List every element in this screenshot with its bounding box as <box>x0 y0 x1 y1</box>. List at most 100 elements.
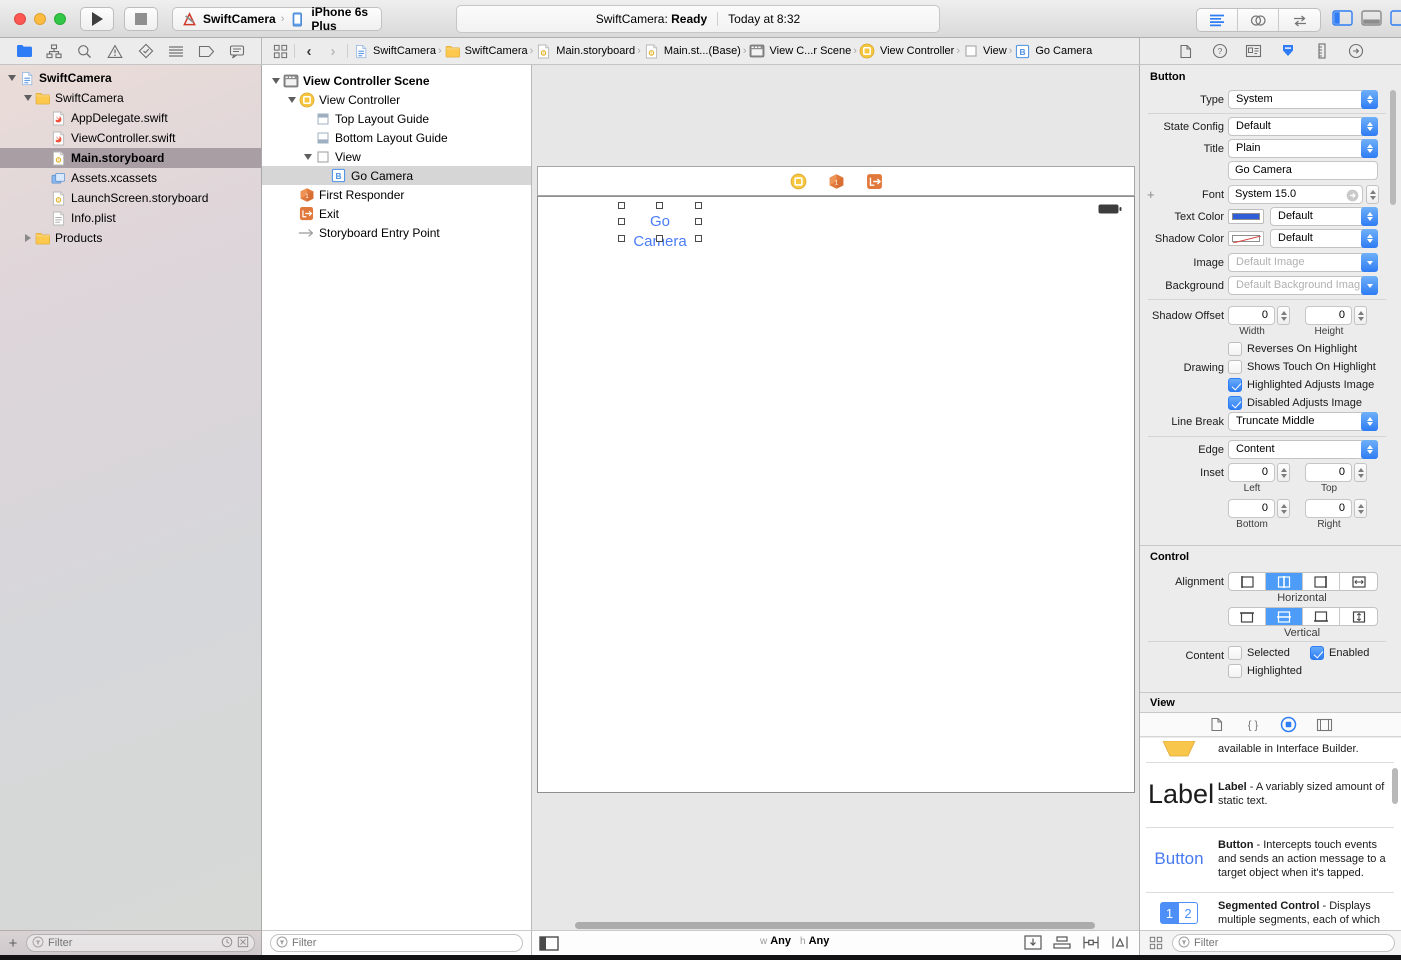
font-field[interactable]: System 15.0 <box>1228 185 1363 204</box>
go-back-button[interactable]: ‹ <box>299 41 319 61</box>
disclosure-triangle[interactable] <box>270 78 282 84</box>
inset-right-stepper[interactable] <box>1354 499 1367 518</box>
quick-help-inspector-icon[interactable]: ? <box>1210 41 1230 61</box>
v-align-top-segment[interactable] <box>1229 608 1266 625</box>
resize-handle[interactable] <box>695 218 702 225</box>
resolve-auto-layout-button[interactable] <box>1111 935 1129 953</box>
checkbox-selected[interactable] <box>1228 646 1242 660</box>
version-editor-button[interactable] <box>1279 9 1320 31</box>
h-align-right-segment[interactable] <box>1303 573 1340 590</box>
embed-in-stack-button[interactable] <box>1024 935 1042 953</box>
shadow-color-swatch[interactable] <box>1228 231 1264 246</box>
library-grid-view-icon[interactable] <box>1146 933 1166 953</box>
shadow-offset-width-field[interactable]: 0 <box>1228 306 1275 325</box>
add-file-button[interactable]: + <box>6 935 20 952</box>
recent-files-icon[interactable] <box>221 936 233 951</box>
related-items-icon[interactable] <box>270 41 290 61</box>
resize-handle[interactable] <box>618 218 625 225</box>
title-text-field[interactable]: Go Camera <box>1228 161 1378 180</box>
code-snippet-library-icon[interactable]: { } <box>1243 715 1263 735</box>
checkbox-reverses-on-highlight[interactable] <box>1228 342 1242 356</box>
selected-button[interactable]: Go Camera <box>618 202 702 242</box>
scheme-selector[interactable]: SwiftCamera › iPhone 6s Plus <box>172 7 382 31</box>
attributes-inspector-icon[interactable] <box>1278 41 1298 61</box>
file-row[interactable]: Products <box>0 228 261 248</box>
shadow-offset-height-field[interactable]: 0 <box>1305 306 1352 325</box>
file-row[interactable]: Info.plist <box>0 208 261 228</box>
outline-filter-input[interactable] <box>292 937 517 949</box>
file-row[interactable]: Main.storyboard <box>0 148 261 168</box>
checkbox-disabled-adjusts-image[interactable] <box>1228 396 1242 410</box>
shadow-width-stepper[interactable] <box>1277 306 1290 325</box>
image-combo[interactable]: Default Image <box>1228 253 1378 272</box>
exit-icon[interactable] <box>866 173 883 189</box>
navigator-filter-input[interactable] <box>48 937 217 949</box>
checkbox-shows-touch-on-highlight[interactable] <box>1228 360 1242 374</box>
inset-top-stepper[interactable] <box>1354 463 1367 482</box>
inset-left-field[interactable]: 0 <box>1228 463 1275 482</box>
find-navigator-icon[interactable] <box>75 41 95 61</box>
library-scrollbar[interactable] <box>1392 768 1398 804</box>
shadow-height-stepper[interactable] <box>1354 306 1367 325</box>
issue-navigator-icon[interactable] <box>105 41 125 61</box>
resize-handle[interactable] <box>695 202 702 209</box>
library-item-segmented-control[interactable]: 12 Segmented Control - Displays multiple… <box>1140 893 1401 930</box>
breakpoint-navigator-icon[interactable] <box>197 41 217 61</box>
font-size-stepper[interactable] <box>1366 185 1379 204</box>
inset-bottom-field[interactable]: 0 <box>1228 499 1275 518</box>
v-align-center-segment[interactable] <box>1266 608 1303 625</box>
shadow-color-popup[interactable]: Default <box>1270 229 1378 248</box>
outline-filter-field[interactable] <box>270 934 523 952</box>
breadcrumb-item[interactable]: View C...r Scene <box>749 43 852 59</box>
file-row[interactable]: Assets.xcassets <box>0 168 261 188</box>
document-outline-toggle[interactable] <box>539 936 559 951</box>
library-item-partial[interactable]: available in Interface Builder. <box>1140 738 1401 760</box>
debug-navigator-icon[interactable] <box>166 41 186 61</box>
v-align-fill-segment[interactable] <box>1340 608 1377 625</box>
minimize-window-button[interactable] <box>34 13 46 25</box>
file-row[interactable]: ViewController.swift <box>0 128 261 148</box>
resize-handle[interactable] <box>656 202 663 209</box>
resize-handle[interactable] <box>618 202 625 209</box>
file-inspector-icon[interactable] <box>1176 41 1196 61</box>
file-row[interactable]: SwiftCamera <box>0 68 261 88</box>
breadcrumb-item[interactable]: View <box>962 43 1007 59</box>
go-camera-button[interactable]: Go Camera <box>624 212 696 232</box>
pin-constraints-button[interactable] <box>1082 935 1100 953</box>
standard-editor-button[interactable] <box>1197 9 1238 31</box>
library-item-button[interactable]: Button Button - Intercepts touch events … <box>1140 828 1401 890</box>
storyboard-canvas[interactable]: 1 Go Camera <box>532 65 1140 930</box>
library-filter-field[interactable] <box>1172 934 1395 952</box>
media-library-icon[interactable] <box>1315 715 1335 735</box>
disclosure-triangle[interactable] <box>22 234 34 242</box>
library-item-label[interactable]: Label Label - A variably sized amount of… <box>1140 763 1401 825</box>
checkbox-highlighted[interactable] <box>1228 664 1242 678</box>
resize-handle[interactable] <box>618 235 625 242</box>
outline-row[interactable]: View Controller Scene <box>262 71 531 90</box>
breadcrumb-item[interactable]: SwiftCamera <box>444 43 528 59</box>
outline-row[interactable]: View <box>262 147 531 166</box>
first-responder-icon[interactable]: 1 <box>828 173 845 189</box>
project-navigator-icon[interactable] <box>14 41 34 61</box>
inset-left-stepper[interactable] <box>1277 463 1290 482</box>
title-popup[interactable]: Plain <box>1228 139 1378 158</box>
outline-row[interactable]: BGo Camera <box>262 166 531 185</box>
file-row[interactable]: LaunchScreen.storyboard <box>0 188 261 208</box>
text-color-swatch[interactable] <box>1228 209 1264 224</box>
horizontal-scrollbar[interactable] <box>575 922 1095 929</box>
file-row[interactable]: AppDelegate.swift <box>0 108 261 128</box>
test-navigator-icon[interactable] <box>136 41 156 61</box>
symbol-navigator-icon[interactable] <box>44 41 64 61</box>
source-control-status-icon[interactable] <box>237 936 249 951</box>
file-template-library-icon[interactable] <box>1207 715 1227 735</box>
state-config-popup[interactable]: Default <box>1228 117 1378 136</box>
navigator-filter-field[interactable] <box>26 934 255 952</box>
background-combo[interactable]: Default Background Imag <box>1228 276 1378 295</box>
identity-inspector-icon[interactable] <box>1244 41 1264 61</box>
size-inspector-icon[interactable] <box>1312 41 1332 61</box>
inset-top-field[interactable]: 0 <box>1305 463 1352 482</box>
assistant-editor-button[interactable] <box>1238 9 1279 31</box>
debug-panel-toggle[interactable] <box>1361 10 1382 29</box>
breadcrumb-item[interactable]: View Controller <box>859 43 954 59</box>
h-align-fill-segment[interactable] <box>1340 573 1377 590</box>
